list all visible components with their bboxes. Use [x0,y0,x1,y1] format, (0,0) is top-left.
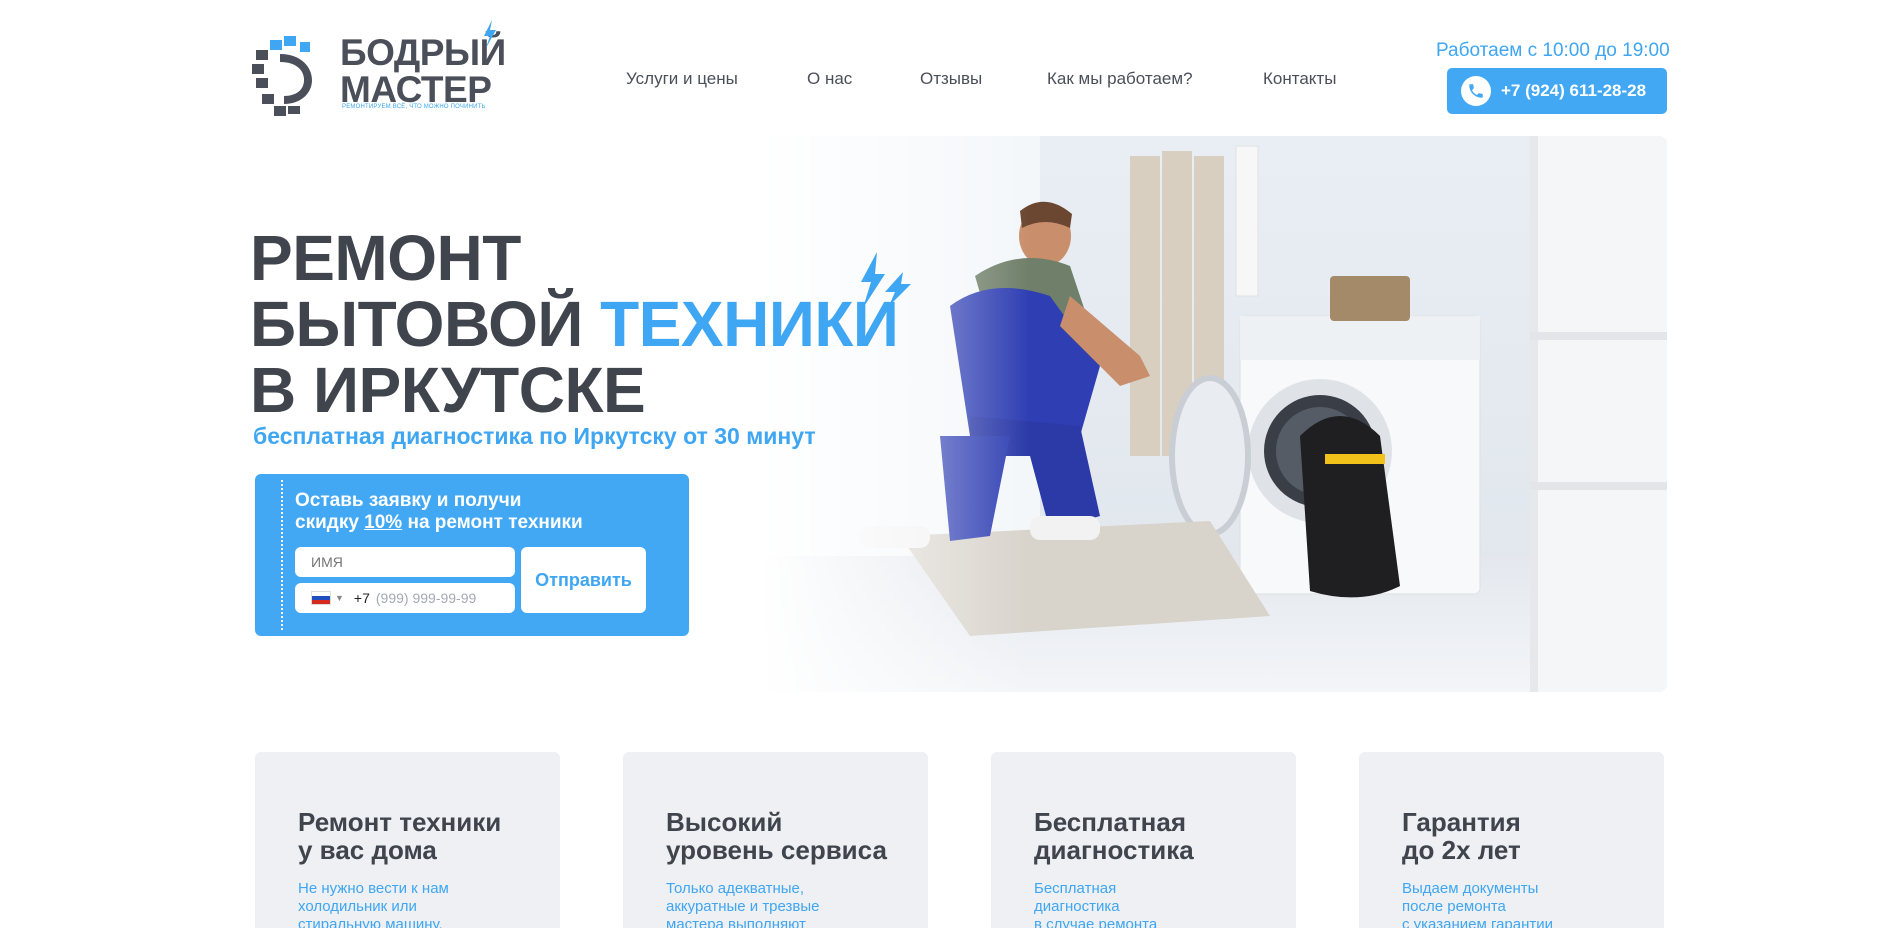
form-title-line2: скидку 10% на ремонт техники [295,512,635,534]
logo-title-line2: МАСТЕР [340,69,492,110]
phone-country-code: +7 [353,590,370,606]
hero-title-line3: В ИРКУТСКЕ [250,354,646,426]
phone-input[interactable]: ▼ +7 (999) 999-99-99 [295,583,515,613]
hero-title-line2: БЫТОВОЙ ТЕХНИКИ [250,288,899,360]
work-hours: Работаем с 10:00 до 19:00 [1436,40,1670,61]
discount-percent: 10% [364,512,403,533]
form-title-text: скидку [295,512,365,533]
lightning-bolt-icon [861,252,911,308]
hero-title-line1: РЕМОНТ [250,222,521,294]
form-title-text-end: на ремонт техники [402,512,583,533]
nav-item-about[interactable]: О нас [807,69,852,89]
feature-text: Только адекватные, аккуратные и трезвые … [666,880,820,928]
phone-button[interactable]: +7 (924) 611-28-28 [1447,68,1667,114]
hero-title-line2-a: БЫТОВОЙ [250,288,601,360]
feature-title: Высокий уровень сервиса [666,807,887,865]
logo[interactable]: БОДРЫЙ МАСТЕР РЕМОНТИРУЕМ ВСЁ, ЧТО МОЖНО… [250,20,506,120]
phone-number: +7 (924) 611-28-28 [1501,81,1647,100]
gear-bolt-logo-icon [252,36,312,116]
nav-item-contacts[interactable]: Контакты [1263,69,1336,89]
callback-form: Оставь заявку и получи скидку 10% на рем… [255,474,689,636]
hero-title-accent: ТЕХНИКИ [600,288,899,360]
feature-text: Выдаем документы после ремонта с указани… [1402,880,1554,928]
logo-title-line1: БОДРЫЙ [340,32,506,73]
hero-subtitle: бесплатная диагностика по Иркутску от 30… [253,423,816,449]
feature-card-free-diagnostics: Бесплатная диагностика Бесплатная диагно… [991,752,1296,928]
feature-card-warranty: Гарантия до 2х лет Выдаем документы посл… [1359,752,1664,928]
logo-tagline: РЕМОНТИРУЕМ ВСЁ, ЧТО МОЖНО ПОЧИНИТЬ [342,104,486,110]
nav-item-how-we-work[interactable]: Как мы работаем? [1047,69,1193,89]
form-title-line1: Оставь заявку и получи [295,490,522,511]
hero-title: РЕМОНТ БЫТОВОЙ ТЕХНИКИ В ИРКУТСКЕ [250,222,899,426]
feature-text: Бесплатная диагностика в случае ремонта [1034,880,1158,928]
feature-text: Не нужно вести к нам холодильник или сти… [298,880,449,928]
form-dotted-divider [281,480,283,630]
phone-icon [1461,76,1491,106]
feature-card-service-level: Высокий уровень сервиса Только адекватны… [623,752,928,928]
name-input[interactable] [295,547,515,577]
logo-lightning-icon [484,20,496,48]
site-header: БОДРЫЙ МАСТЕР РЕМОНТИРУЕМ ВСЁ, ЧТО МОЖНО… [0,0,1902,136]
chevron-down-icon[interactable]: ▼ [335,593,344,603]
nav-item-reviews[interactable]: Отзывы [920,69,982,89]
russia-flag-icon[interactable] [311,591,331,605]
feature-title: Гарантия до 2х лет [1402,807,1521,865]
logo-title: БОДРЫЙ МАСТЕР [340,34,506,108]
submit-button[interactable]: Отправить [521,547,646,613]
feature-title: Бесплатная диагностика [1034,807,1194,865]
nav-item-services[interactable]: Услуги и цены [626,69,738,89]
feature-card-home-repair: Ремонт техники у вас дома Не нужно вести… [255,752,560,928]
phone-placeholder: (999) 999-99-99 [375,590,477,606]
feature-title: Ремонт техники у вас дома [298,807,502,865]
form-title: Оставь заявку и получи скидку 10% на рем… [295,490,635,534]
